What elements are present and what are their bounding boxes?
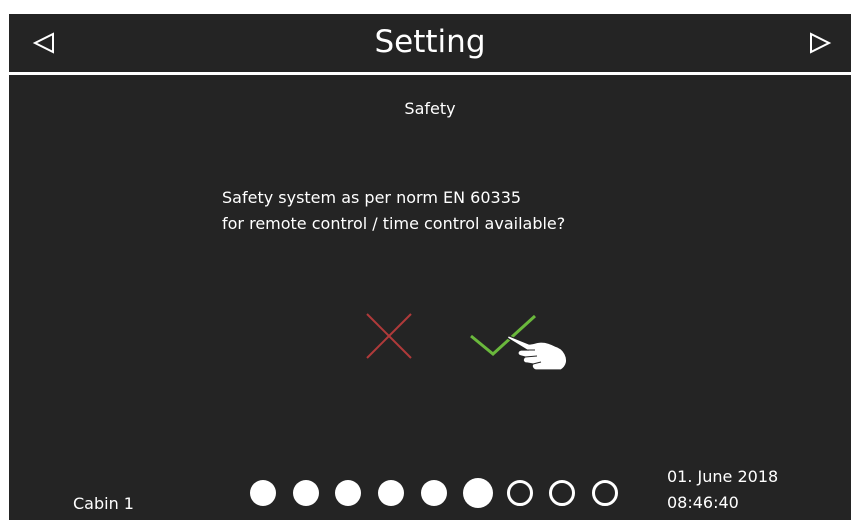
section-title: Safety <box>404 99 456 118</box>
time-label: 08:46:40 <box>667 493 739 512</box>
date-label: 01. June 2018 <box>667 467 779 486</box>
page-dot-4[interactable] <box>378 480 404 506</box>
page-dot-1[interactable] <box>250 480 276 506</box>
datetime-display: 01. June 2018 08:46:40 <box>667 464 778 516</box>
page-dot-5[interactable] <box>421 480 447 506</box>
page-dot-9[interactable] <box>592 480 618 506</box>
page-dot-2[interactable] <box>293 480 319 506</box>
page-dot-3[interactable] <box>335 480 361 506</box>
page-dot-7[interactable] <box>507 480 533 506</box>
page-dot-6-current[interactable] <box>463 478 493 508</box>
cabin-label: Cabin 1 <box>73 494 134 513</box>
page-dot-8[interactable] <box>549 480 575 506</box>
question-line-1: Safety system as per norm EN 60335 <box>222 188 522 207</box>
cross-icon <box>366 313 412 359</box>
settings-screen: Setting Safety Safety system as per norm… <box>9 14 851 520</box>
no-button[interactable] <box>363 310 415 362</box>
header-divider <box>9 72 851 75</box>
next-button[interactable] <box>805 28 835 58</box>
header-bar: Setting <box>9 14 851 72</box>
question-line-2: for remote control / time control availa… <box>222 214 566 233</box>
triangle-right-icon <box>810 32 832 54</box>
page-indicator <box>247 478 627 510</box>
page-title: Setting <box>374 24 486 60</box>
safety-question: Safety system as per norm EN 60335 for r… <box>222 185 782 237</box>
pointing-hand-icon <box>507 335 568 371</box>
